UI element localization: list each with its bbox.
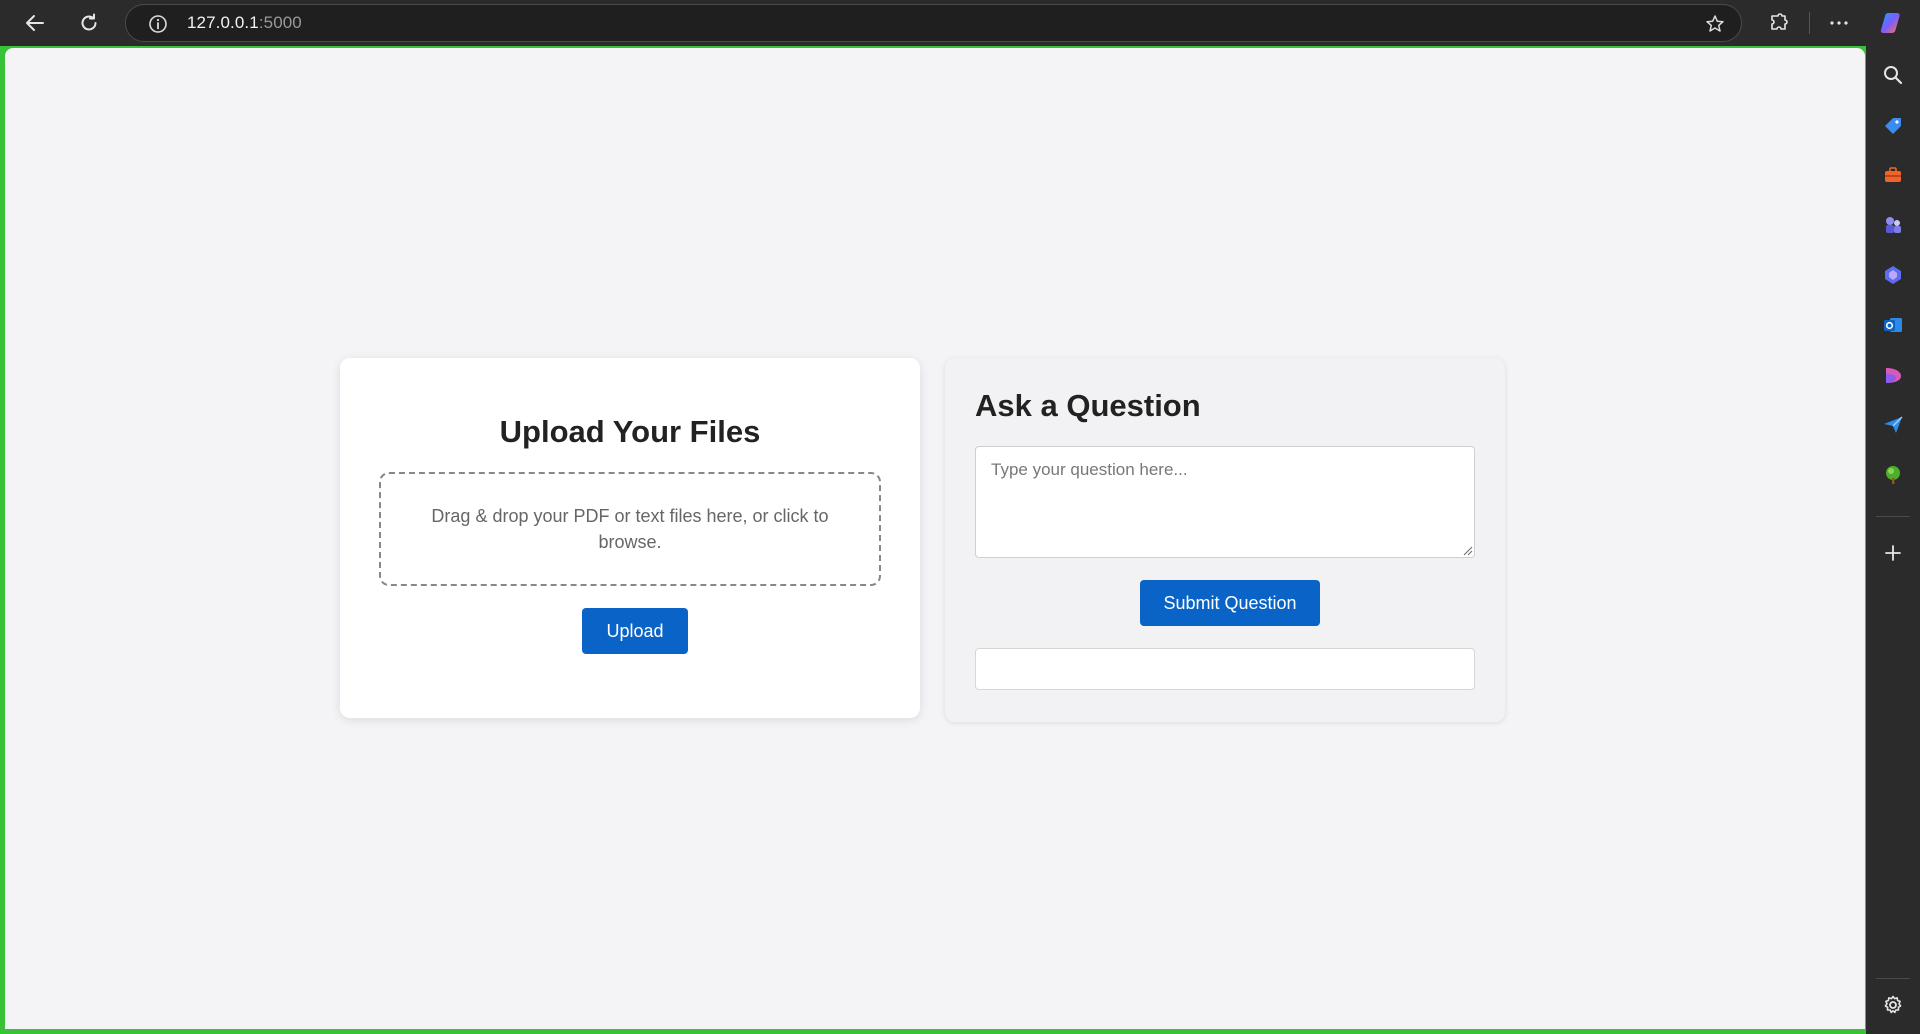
refresh-button[interactable] bbox=[72, 7, 106, 39]
copilot-icon bbox=[1880, 13, 1900, 33]
sidebar-divider bbox=[1876, 516, 1910, 517]
address-bar[interactable]: 127.0.0.1:5000 bbox=[125, 4, 1742, 42]
resize-grip-icon[interactable] bbox=[1463, 546, 1473, 556]
search-icon[interactable] bbox=[1880, 62, 1906, 88]
designer-icon[interactable] bbox=[1880, 362, 1906, 388]
browser-toolbar: 127.0.0.1:5000 bbox=[0, 0, 1920, 46]
upload-card: Upload Your Files Drag & drop your PDF o… bbox=[340, 358, 920, 718]
tools-icon[interactable] bbox=[1880, 162, 1906, 188]
back-icon bbox=[26, 15, 44, 31]
refresh-icon bbox=[81, 13, 97, 31]
url-host: 127.0.0.1 bbox=[187, 13, 259, 32]
shopping-tag-icon[interactable] bbox=[1880, 112, 1906, 138]
upload-button[interactable]: Upload bbox=[582, 608, 688, 654]
extensions-icon bbox=[1771, 13, 1788, 30]
send-icon[interactable] bbox=[1880, 412, 1906, 438]
toolbar-divider bbox=[1809, 12, 1810, 34]
tree-icon[interactable] bbox=[1880, 462, 1906, 488]
ask-card: Ask a Question Type your question here..… bbox=[945, 358, 1505, 722]
browser-sidebar bbox=[1866, 46, 1920, 1034]
upload-title: Upload Your Files bbox=[499, 414, 761, 449]
info-icon[interactable] bbox=[148, 14, 168, 39]
file-dropzone[interactable]: Drag & drop your PDF or text files here,… bbox=[379, 472, 881, 586]
submit-question-button[interactable]: Submit Question bbox=[1140, 580, 1320, 626]
dropzone-text: Drag & drop your PDF or text files here,… bbox=[431, 506, 829, 552]
games-icon[interactable] bbox=[1880, 212, 1906, 238]
question-placeholder: Type your question here... bbox=[991, 460, 1188, 479]
sidebar-divider-bottom bbox=[1876, 978, 1910, 979]
url-port: :5000 bbox=[258, 13, 302, 32]
copilot-app-icon[interactable] bbox=[1880, 262, 1906, 288]
favorite-star-icon[interactable] bbox=[1705, 14, 1725, 39]
add-icon[interactable] bbox=[1880, 540, 1906, 566]
question-input[interactable]: Type your question here... bbox=[975, 446, 1475, 558]
more-button[interactable] bbox=[1822, 7, 1856, 39]
ask-title: Ask a Question bbox=[975, 388, 1201, 423]
copilot-button[interactable] bbox=[1876, 7, 1910, 39]
back-button[interactable] bbox=[18, 7, 52, 39]
settings-icon[interactable] bbox=[1880, 992, 1906, 1018]
extensions-button[interactable] bbox=[1761, 7, 1795, 39]
url-text[interactable]: 127.0.0.1:5000 bbox=[187, 5, 302, 41]
more-icon bbox=[1830, 21, 1848, 25]
outlook-icon[interactable] bbox=[1880, 312, 1906, 338]
answer-output bbox=[975, 648, 1475, 690]
page-viewport: Upload Your Files Drag & drop your PDF o… bbox=[5, 48, 1865, 1029]
